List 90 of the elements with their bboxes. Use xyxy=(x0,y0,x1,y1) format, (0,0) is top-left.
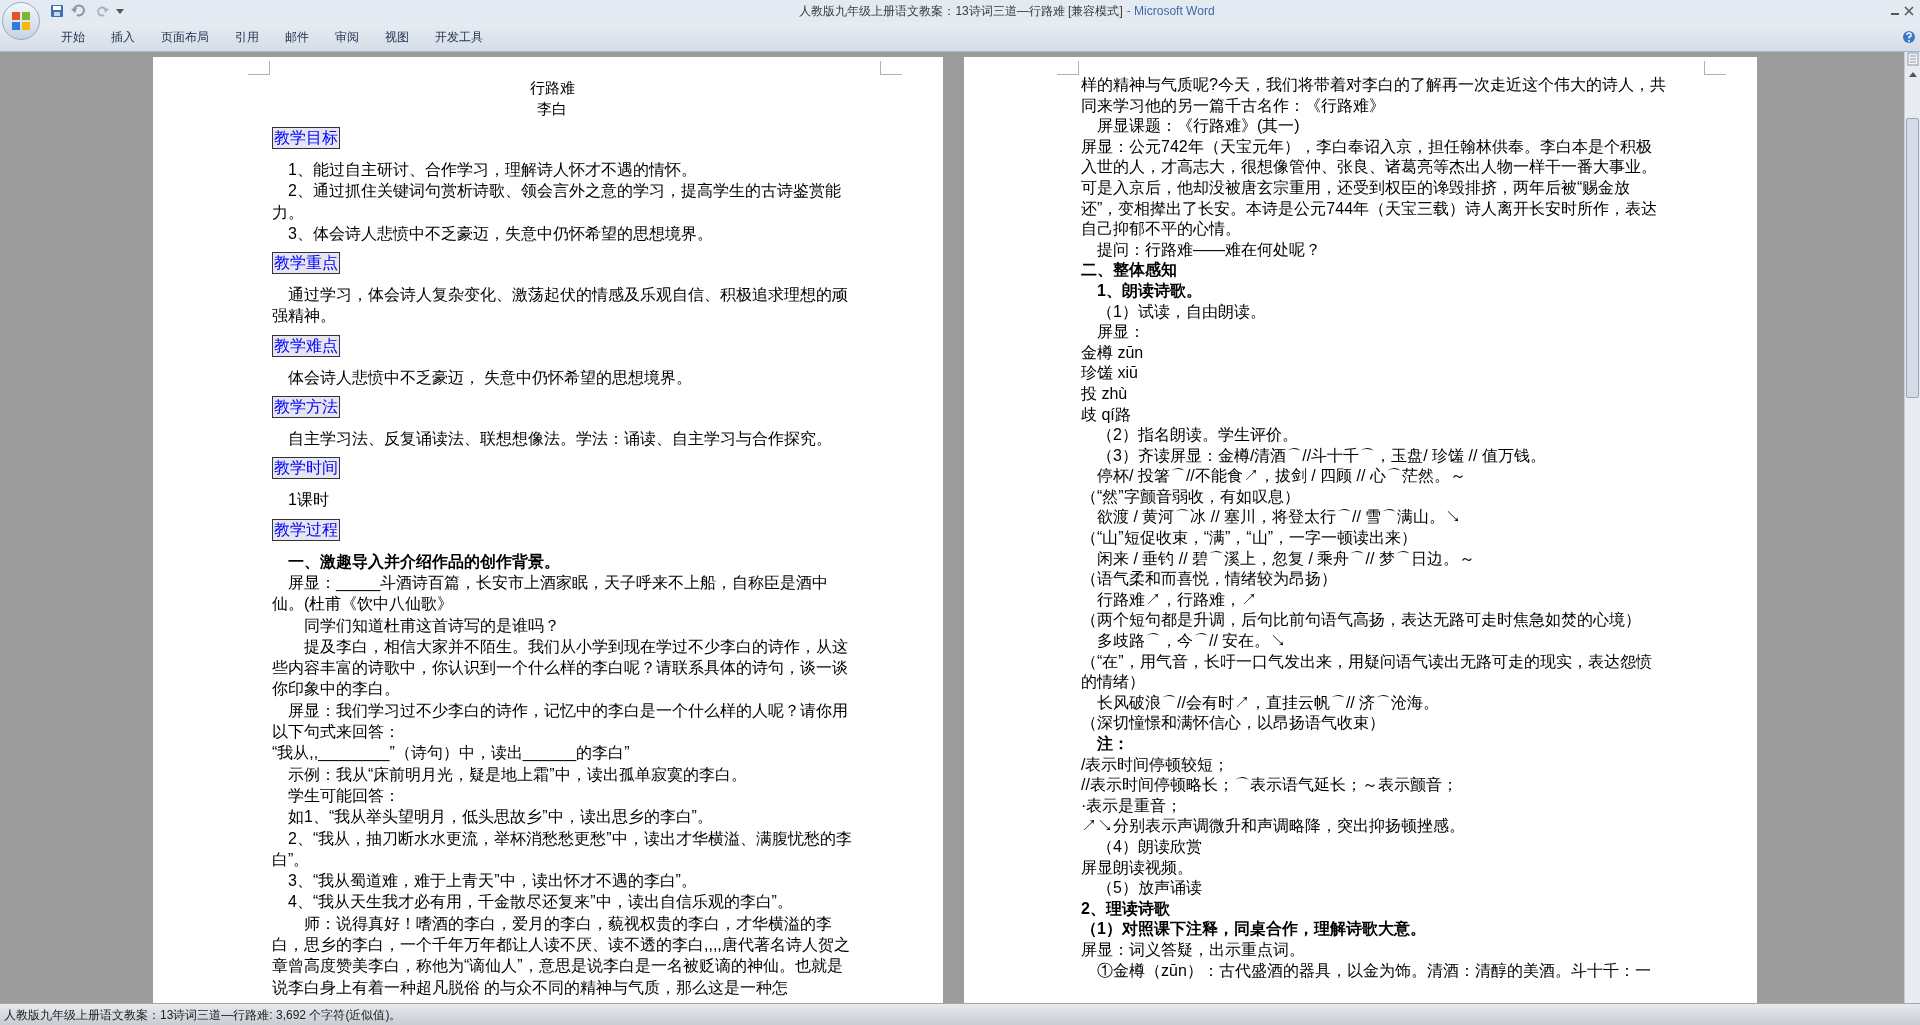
paragraph: （2）指名朗读。学生评价。 xyxy=(1096,425,1299,446)
paragraph: （5）放声诵读 xyxy=(1096,878,1203,899)
crop-mark xyxy=(880,61,902,75)
paragraph: （4）朗读欣赏 xyxy=(1096,836,1203,857)
help-icon[interactable] xyxy=(1902,29,1916,44)
paragraph: 屏显课题：《行路难》(其一) xyxy=(1096,116,1301,137)
paragraph: 屏显朗读视频。 xyxy=(1081,857,1194,878)
bold-heading: 1、朗读诗歌。 xyxy=(1096,280,1203,301)
paragraph: 1课时 xyxy=(287,490,330,511)
paragraph: ①金樽（zūn）：古代盛酒的器具，以金为饰。清酒：清醇的美酒。斗十千：一 xyxy=(1096,960,1652,981)
paragraph: 长风破浪⌒//会有时↗，直挂云帆⌒// 济⌒沧海。 xyxy=(1096,692,1441,713)
paragraph: 珍馐 xiū xyxy=(1081,363,1139,384)
scroll-up-icon[interactable] xyxy=(1907,70,1918,78)
paragraph: 通过学习，体会诗人复杂变化、激荡起伏的情感及乐观自信、积极追求理想的顽强精神。 xyxy=(272,285,849,327)
paragraph: 样的精神与气质呢?今天，我们将带着对李白的了解再一次走近这个伟大的诗人，共同来学习他的另一篇千古名作：《行路难》 xyxy=(1081,75,1666,116)
paragraph: 屏显：公元742年（天宝元年），李白奉诏入京，担任翰林供奉。李白本是个积极入世的人，才高志大，很想像管仲、张良、诸葛亮等杰出人物一样干一番大事业。可是入京后，他却没被唐玄宗重用，还受到权臣的谗毁排挤，两年后被“赐金放还”，变相撵出了长安。本诗是公元744年（天宝三载）诗人离开长安时所作，表达自己抑郁不平的心情。 xyxy=(1081,136,1659,240)
bold-heading: 2、理读诗歌 xyxy=(1081,898,1171,919)
paragraph: //表示时间停顿略长；⌒表示语气延长；～表示颤音； xyxy=(1081,775,1459,796)
paragraph: 闲来 / 垂钓 // 碧⌒溪上，忽复 / 乘舟⌒// 梦⌒日边。～ xyxy=(1096,548,1476,569)
paragraph: 多歧路⌒，今⌒// 安在。↘ xyxy=(1096,631,1288,652)
paragraph: （“在”，用气音，长吁一口气发出来，用疑问语气读出无路可走的现实，表达怨愤的情绪） xyxy=(1081,651,1653,693)
bold-heading: （1）对照课下注释，同桌合作，理解诗歌大意。 xyxy=(1081,919,1427,940)
paragraph: 1、能过自主研讨、合作学习，理解诗人怀才不遇的情怀。 xyxy=(287,160,698,180)
close-icon[interactable] xyxy=(1904,6,1914,16)
document-title: 行路难 xyxy=(528,78,576,98)
scrollbar-thumb[interactable] xyxy=(1906,118,1919,398)
section-heading: 教学方法 xyxy=(272,396,340,419)
paragraph: 体会诗人悲愤中不乏豪迈， 失意中仍怀希望的思想境界。 xyxy=(287,367,694,388)
bold-heading: 注： xyxy=(1096,734,1130,754)
paragraph: （1）试读，自由朗读。 xyxy=(1096,301,1267,322)
ribbon-tab[interactable]: 审阅 xyxy=(322,25,372,48)
ribbon-tab[interactable]: 开始 xyxy=(48,25,98,48)
crop-mark xyxy=(248,61,270,75)
paragraph: 停杯/ 投箸⌒//不能食↗，拔剑 / 四顾 // 心⌒茫然。～ xyxy=(1096,466,1467,487)
paragraph: 提问：行路难——难在何处呢？ xyxy=(1096,239,1322,260)
status-text: 人教版九年级上册语文教案：13诗词三道—行路难: 3,692 个字符(近似值)。 xyxy=(4,1006,402,1024)
customize-caret-icon[interactable] xyxy=(116,7,124,15)
paragraph: 屏显：我们学习过不少李白的诗作，记忆中的李白是一个什么样的人呢？请你用以下句式来回答： xyxy=(272,700,849,743)
paragraph: （“然”字颤音弱收，有如叹息） xyxy=(1081,486,1301,507)
section-heading: 教学目标 xyxy=(272,127,340,149)
paragraph: 2、“我从，抽刀断水水更流，举杯消愁愁更愁”中，读出才华横溢、满腹忧愁的李白”。 xyxy=(272,828,852,870)
section-heading: 教学重点 xyxy=(272,252,340,275)
paragraph: “我从,,________”（诗句）中，读出______的李白” xyxy=(272,743,631,764)
paragraph: 自主学习法、反复诵读法、联想想像法。学法：诵读、自主学习与合作探究。 xyxy=(287,429,833,450)
paragraph: 投 zhù xyxy=(1081,383,1129,404)
office-button[interactable] xyxy=(2,2,40,40)
save-icon[interactable] xyxy=(50,4,64,18)
paragraph: 金樽 zūn xyxy=(1081,342,1145,363)
ribbon-tab[interactable]: 引用 xyxy=(222,25,272,48)
author-name: 李白 xyxy=(536,99,568,119)
ribbon-tab[interactable]: 页面布局 xyxy=(148,25,222,48)
paragraph: 屏显： xyxy=(1096,322,1146,343)
vertical-scrollbar[interactable] xyxy=(1904,52,1920,1003)
paragraph: 屏显：_____斗酒诗百篇，长安市上酒家眠，天子呼来不上船，自称臣是酒中仙。(杜甫《饮中八仙歌》 xyxy=(272,572,830,615)
paragraph: 行路难↗，行路难，↗ xyxy=(1096,589,1258,610)
paragraph: 示例：我从“床前明月光，疑是地上霜”中，读出孤单寂寞的李白。 xyxy=(287,764,748,785)
paragraph: ↗↘分别表示声调微升和声调略降，突出抑扬顿挫感。 xyxy=(1081,816,1466,837)
paragraph: 师：说得真好！嗜酒的李白，爱月的李白，藐视权贵的李白，才华横溢的李白，思乡的李白，一个千年万年都让人读不厌、读不透的李白,,,,唐代著名诗人贺之章曾高度赞美李白，称他为“谪仙人”，意思是说李白是一名被贬谪的神仙。也就是说李白身上有着一种超凡脱俗 的与众不同的精神与气质，那么这是一种怎 xyxy=(272,913,851,998)
crop-mark xyxy=(1057,61,1079,75)
window-title: 人教版九年级上册语文教案：13诗词三道—行路难 [兼容模式] xyxy=(799,3,1123,20)
paragraph: /表示时间停顿较短； xyxy=(1081,754,1231,775)
app-name: - Microsoft Word xyxy=(1126,3,1215,20)
paragraph: ·表示是重音； xyxy=(1081,795,1184,816)
paragraph: 3、体会诗人悲愤中不乏豪迈，失意中仍怀希望的思想境界。 xyxy=(287,223,714,244)
paragraph: 2、通过抓住关键词句赏析诗歌、领会言外之意的学习，提高学生的古诗鉴赏能力。 xyxy=(272,181,842,223)
crop-mark xyxy=(1704,61,1726,75)
section-heading: 教学时间 xyxy=(272,457,340,480)
paragraph: （两个短句都是升调，后句比前句语气高扬，表达无路可走时焦急如焚的心境） xyxy=(1081,610,1642,631)
ribbon-tab[interactable]: 插入 xyxy=(98,25,148,48)
paragraph: 同学们知道杜甫这首诗写的是谁吗？ xyxy=(303,615,561,636)
paragraph: 如1、“我从举头望明月，低头思故乡”中，读出思乡的李白”。 xyxy=(287,807,714,828)
bold-heading: 一、激趣导入并介绍作品的创作背景。 xyxy=(287,551,561,572)
bold-heading: 二、整体感知 xyxy=(1081,260,1178,281)
paragraph: （语气柔和而喜悦，情绪较为昂扬） xyxy=(1081,569,1338,590)
paragraph: 屏显：词义答疑，出示重点词。 xyxy=(1081,939,1306,960)
paragraph: 欲渡 / 黄河⌒冰 // 塞川，将登太行⌒// 雪⌒满山。↘ xyxy=(1096,507,1463,528)
paragraph: 学生可能回答： xyxy=(287,785,401,806)
paragraph: 提及李白，相信大家并不陌生。我们从小学到现在学过不少李白的诗作，从这些内容丰富的诗歌中，你认识到一个什么样的李白呢？请联系具体的诗句，谈一谈你印象中的李白。 xyxy=(272,636,849,700)
ribbon-tab[interactable]: 开发工具 xyxy=(422,25,496,48)
office-logo-icon xyxy=(10,10,32,32)
paragraph: （3）齐读屏显：金樽/清酒⌒//斗十千⌒，玉盘/ 珍馐 // 值万钱。 xyxy=(1096,445,1547,466)
section-heading: 教学难点 xyxy=(272,334,340,357)
paragraph: （深切憧憬和满怀信心，以昂扬语气收束） xyxy=(1081,713,1386,734)
paragraph: 歧 qí路 xyxy=(1081,404,1132,425)
ribbon-tab[interactable]: 邮件 xyxy=(272,25,322,48)
section-heading: 教学过程 xyxy=(272,518,340,541)
paragraph: 4、“我从天生我才必有用，千金散尽还复来”中，读出自信乐观的李白”。 xyxy=(287,892,794,913)
ribbon-tab[interactable]: 视图 xyxy=(372,25,422,48)
paragraph: （“山”短促收束，“满”，“山”，一字一顿读出来） xyxy=(1081,528,1418,549)
paragraph: 3、“我从蜀道难，难于上青天”中，读出怀才不遇的李白”。 xyxy=(287,871,698,892)
